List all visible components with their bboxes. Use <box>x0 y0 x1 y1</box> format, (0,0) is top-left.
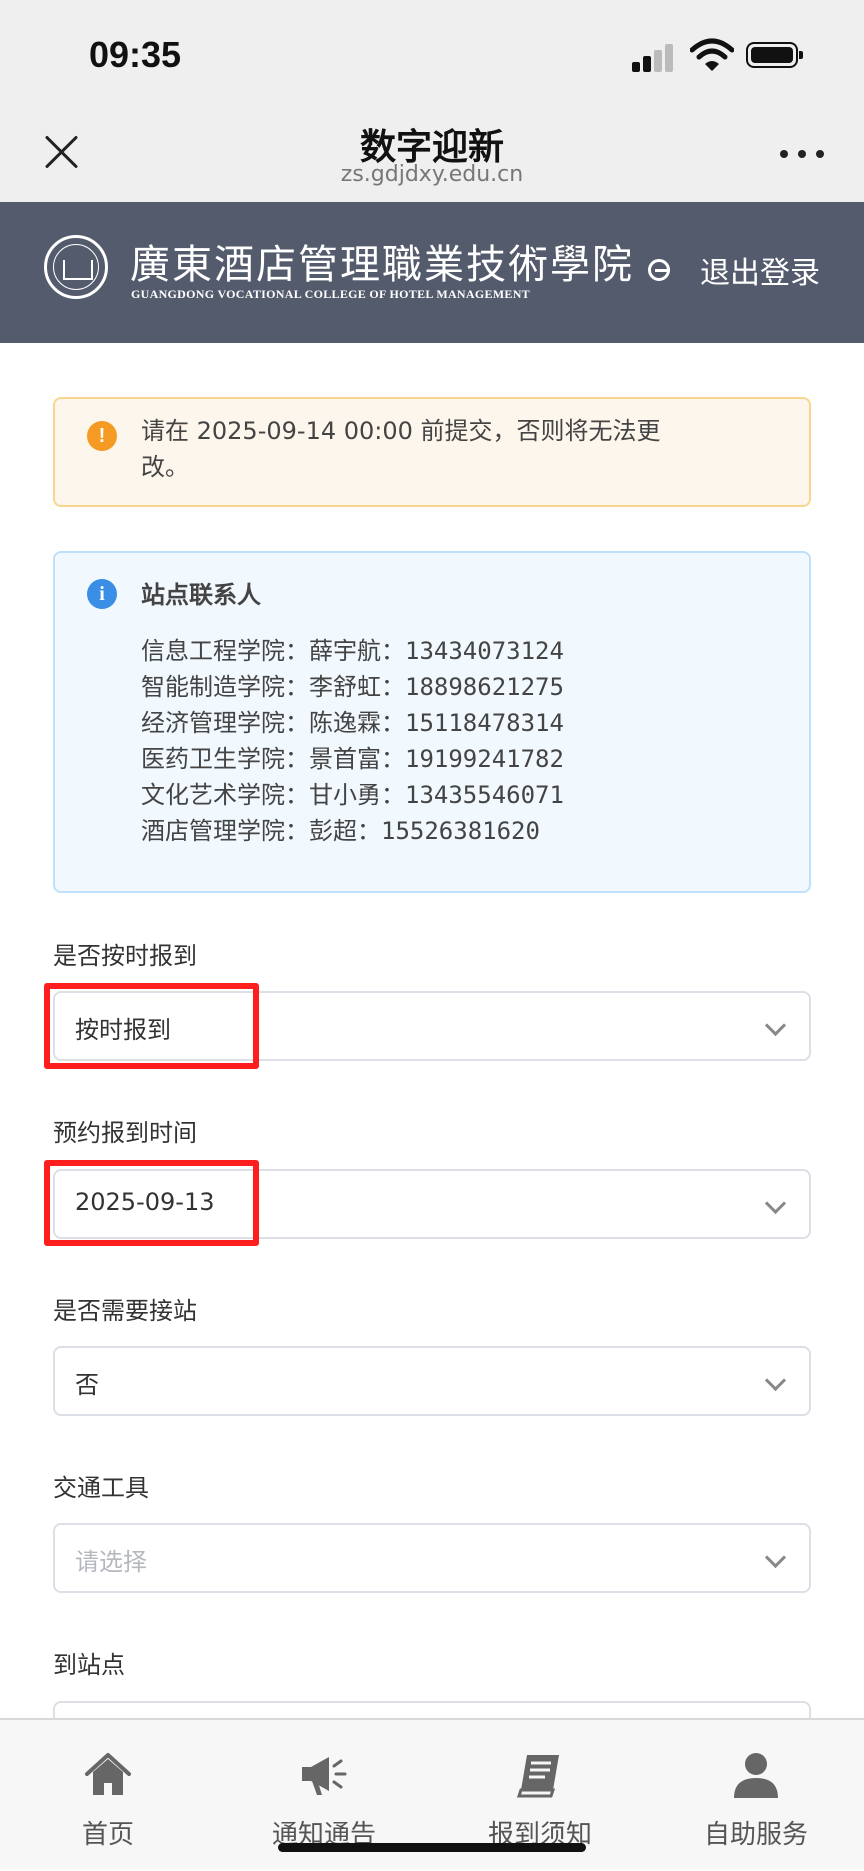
college-logo <box>44 235 108 299</box>
chevron-down-icon <box>764 1546 787 1569</box>
tab-label: 首页 <box>81 1820 134 1850</box>
home-icon <box>85 1753 131 1795</box>
contact-item: 智能制造学院：李舒虹：18898621275 <box>141 673 564 701</box>
browser-header: 数字迎新 zs.gdjdxy.edu.cn <box>0 100 864 202</box>
logout-icon <box>648 259 670 281</box>
contact-item: 信息工程学院：薛宇航：13434073124 <box>141 637 564 665</box>
college-name: 廣東酒店管理職業技術學院 <box>130 242 634 288</box>
contact-list: 信息工程学院：薛宇航：13434073124 智能制造学院：李舒虹：188986… <box>141 633 564 849</box>
home-indicator <box>278 1843 586 1852</box>
chevron-down-icon <box>764 1369 787 1392</box>
red-highlight-box <box>44 1160 259 1246</box>
arrival-date-label: 预约报到时间 <box>53 1119 197 1147</box>
on-time-label: 是否按时报到 <box>53 942 197 970</box>
tab-self-service[interactable]: 自助服务 <box>648 1720 864 1871</box>
logout-label: 退出登录 <box>700 256 820 291</box>
transport-select[interactable]: 请选择 <box>53 1523 811 1593</box>
megaphone-icon <box>302 1757 347 1795</box>
book-icon <box>516 1755 559 1798</box>
more-icon[interactable] <box>780 150 824 160</box>
wifi-icon <box>690 38 734 71</box>
transport-placeholder: 请选择 <box>75 1548 147 1576</box>
status-time: 09:35 <box>89 34 182 75</box>
battery-icon <box>746 42 803 68</box>
info-icon: i <box>87 579 117 609</box>
station-label: 到站点 <box>53 1651 125 1679</box>
notice-text: 请在 2025-09-14 00:00 前提交，否则将无法更改。 <box>141 417 661 481</box>
signal-icon <box>632 42 673 72</box>
warning-icon: ! <box>87 421 117 451</box>
tab-home[interactable]: 首页 <box>0 1720 216 1871</box>
contact-box: i 站点联系人 信息工程学院：薛宇航：13434073124 智能制造学院：李舒… <box>53 551 811 893</box>
contact-item: 医药卫生学院：景首富：19199241782 <box>141 745 564 773</box>
chevron-down-icon <box>764 1192 787 1215</box>
logout-button[interactable]: 退出登录 <box>648 250 820 291</box>
contact-item: 文化艺术学院：甘小勇：13435546071 <box>141 781 564 809</box>
contact-item: 经济管理学院：陈逸霖：15118478314 <box>141 709 564 737</box>
pickup-select[interactable]: 否 <box>53 1346 811 1416</box>
page-url: zs.gdjdxy.edu.cn <box>340 162 524 187</box>
tab-label: 自助服务 <box>703 1820 808 1850</box>
college-name-en: GUANGDONG VOCATIONAL COLLEGE OF HOTEL MA… <box>131 287 530 301</box>
contact-item: 酒店管理学院：彭超：15526381620 <box>141 817 540 845</box>
college-banner: 廣東酒店管理職業技術學院 GUANGDONG VOCATIONAL COLLEG… <box>0 202 864 343</box>
pickup-value: 否 <box>75 1371 99 1399</box>
chevron-down-icon <box>764 1014 787 1037</box>
user-icon <box>734 1753 778 1798</box>
red-highlight-box <box>44 983 259 1069</box>
pickup-label: 是否需要接站 <box>53 1297 197 1325</box>
transport-label: 交通工具 <box>53 1474 149 1502</box>
status-bar: 09:35 <box>0 0 864 100</box>
contact-box-title: 站点联系人 <box>141 581 261 609</box>
deadline-notice: ! 请在 2025-09-14 00:00 前提交，否则将无法更改。 <box>53 397 811 507</box>
